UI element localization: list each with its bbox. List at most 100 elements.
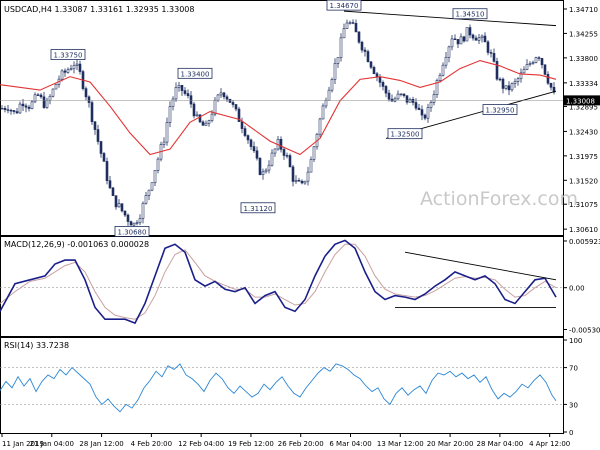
candle-body	[354, 23, 358, 33]
candle-body	[51, 88, 55, 97]
candle-body	[333, 63, 337, 80]
candle-body	[150, 182, 154, 191]
candle-body	[324, 99, 328, 107]
price-y-tick-label: 1.33800	[569, 55, 598, 63]
candle-body	[267, 164, 271, 171]
candle-body	[39, 94, 43, 98]
candle-body	[462, 36, 466, 42]
price-y-tick-label: 1.31975	[569, 153, 598, 161]
candle-body	[219, 92, 223, 96]
candle-body	[84, 88, 88, 98]
candle-body	[30, 101, 34, 109]
candle-body	[222, 92, 226, 98]
candle-body	[420, 109, 424, 116]
candle-body	[498, 78, 502, 81]
candle-body	[408, 99, 412, 103]
level-label: 1.34670	[330, 2, 359, 10]
forex-chart: USDCAD,H4 1.33087 1.33161 1.32935 1.3300…	[0, 0, 600, 450]
candle-body	[516, 78, 520, 82]
candle-body	[210, 113, 214, 121]
candle-body	[228, 98, 232, 103]
candle-body	[363, 49, 367, 52]
candle-body	[303, 180, 307, 184]
candle-body	[33, 94, 37, 103]
candle-body	[273, 148, 277, 154]
candle-body	[177, 85, 181, 88]
candle-body	[204, 122, 208, 126]
candle-body	[120, 203, 124, 212]
candle-body	[441, 64, 445, 76]
level-label: 1.31120	[244, 205, 273, 213]
candle-body	[300, 180, 304, 184]
candle-body	[288, 155, 292, 168]
candle-body	[432, 94, 436, 103]
candle-body	[264, 169, 268, 173]
candle-body	[396, 93, 400, 100]
price-y-tick-label: 1.31075	[569, 201, 598, 209]
candle-body	[525, 64, 529, 70]
candle-body	[321, 105, 325, 120]
level-label: 1.34510	[456, 11, 485, 19]
candle-body	[42, 96, 46, 108]
candle-body	[252, 146, 256, 152]
x-tick-label: 21 Jan 04:00	[30, 440, 74, 448]
candle-body	[360, 41, 364, 51]
candle-body	[447, 46, 451, 58]
candle-body	[165, 122, 169, 143]
candle-body	[129, 221, 133, 226]
macd-y-tick-label: 0.00	[569, 285, 585, 293]
candle-body	[522, 69, 526, 74]
candle-body	[411, 99, 415, 103]
candle-body	[114, 195, 118, 208]
candle-body	[456, 39, 460, 45]
candle-body	[543, 64, 547, 75]
candle-body	[72, 65, 76, 70]
candle-body	[465, 27, 469, 42]
candle-body	[471, 34, 475, 39]
level-label: 1.32500	[391, 131, 420, 139]
candle-body	[468, 27, 472, 36]
candle-body	[3, 107, 7, 110]
rsi-header: RSI(14) 33.7238	[4, 341, 69, 350]
macd-header: MACD(12,26,9) -0.001063 0.000028	[4, 240, 149, 249]
rsi-y-tick-label: 30	[569, 401, 578, 409]
candle-body	[501, 78, 505, 89]
candle-body	[69, 68, 73, 71]
x-tick-label: 12 Feb 04:00	[178, 440, 224, 448]
price-y-tick-label: 1.34255	[569, 30, 598, 38]
candle-body	[294, 179, 298, 182]
candle-body	[9, 109, 13, 112]
candle-body	[126, 214, 130, 222]
candle-body	[546, 74, 550, 84]
candle-body	[123, 210, 127, 216]
candle-body	[147, 189, 151, 196]
candle-body	[48, 95, 52, 101]
candle-body	[132, 222, 136, 226]
level-label: 1.30680	[118, 228, 147, 236]
x-tick-label: 19 Feb 12:00	[228, 440, 274, 448]
candle-body	[384, 86, 388, 94]
candle-body	[459, 36, 463, 45]
candle-body	[402, 93, 406, 96]
candle-body	[153, 170, 157, 184]
candle-body	[429, 102, 433, 108]
candle-body	[240, 121, 244, 129]
candle-body	[528, 63, 532, 65]
x-tick-label: 26 Feb 20:00	[278, 440, 324, 448]
candle-body	[36, 94, 40, 96]
level-label: 1.33400	[181, 70, 210, 78]
candle-body	[15, 111, 19, 114]
candle-body	[531, 62, 535, 64]
price-y-tick-label: 1.33334	[569, 80, 598, 88]
candle-body	[234, 104, 238, 110]
candle-body	[282, 149, 286, 156]
candle-body	[414, 102, 418, 109]
candle-body	[99, 141, 103, 154]
candle-body	[348, 22, 352, 24]
candle-body	[54, 83, 58, 90]
x-tick-label: 20 Mar 20:00	[427, 440, 474, 448]
candle-body	[144, 195, 148, 204]
candle-body	[399, 93, 403, 96]
candle-body	[225, 96, 229, 100]
candle-body	[270, 152, 274, 166]
